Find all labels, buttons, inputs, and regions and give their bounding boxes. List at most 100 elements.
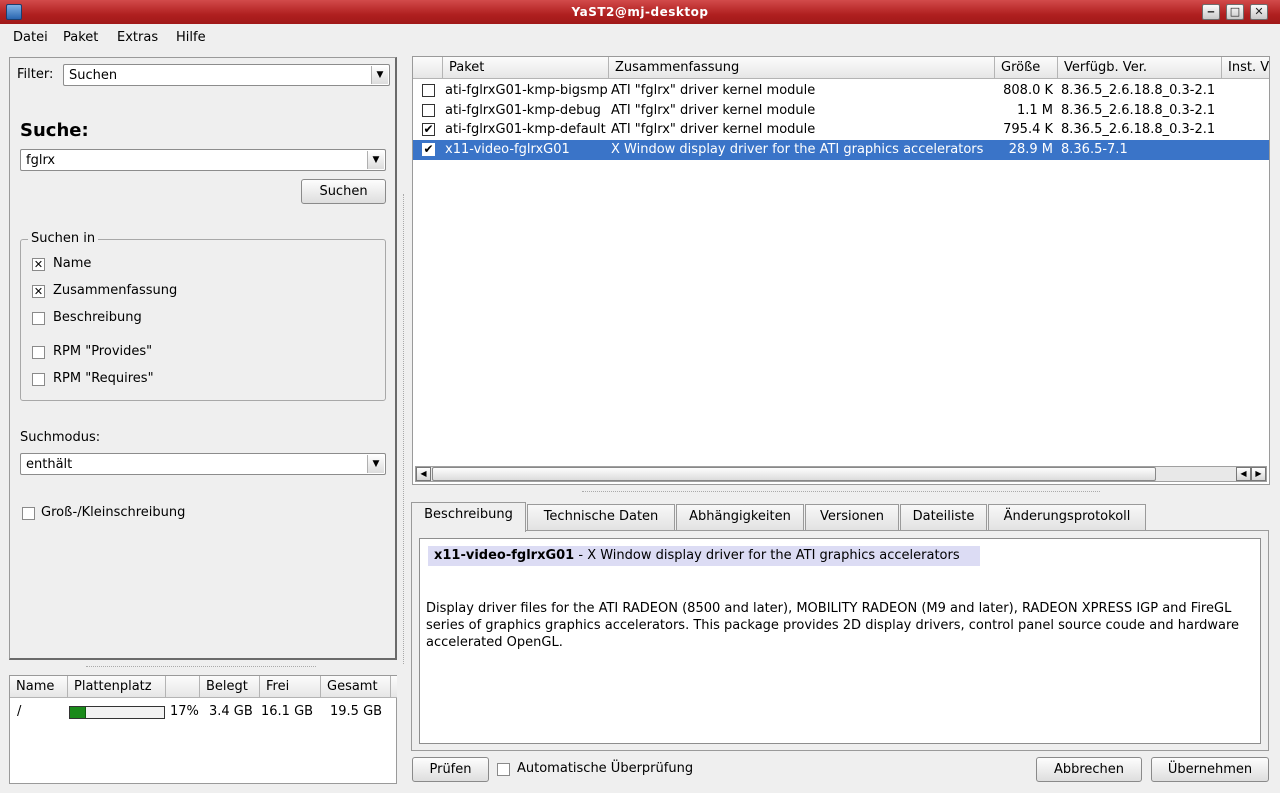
package-install-checkbox[interactable]: ✔ bbox=[422, 143, 435, 157]
pkg-cell-size: 808.0 K bbox=[1003, 83, 1053, 98]
pkg-cell-name: ati-fglrxG01-kmp-default bbox=[445, 122, 606, 138]
disk-header-total[interactable]: Gesamt bbox=[321, 676, 391, 698]
yast-window: Datei Paket Extras Hilfe Filter: Suchen … bbox=[0, 24, 1280, 793]
auto-check-label: Automatische Überprüfung bbox=[517, 761, 694, 776]
title-bar: YaST2@mj-desktop ‒ □ ✕ bbox=[0, 0, 1280, 24]
maximize-button[interactable]: □ bbox=[1226, 4, 1244, 20]
menu-hilfe[interactable]: Hilfe bbox=[176, 30, 206, 45]
pkg-cell-summary: ATI "fglrx" driver kernel module bbox=[611, 83, 816, 98]
pkg-cell-size: 28.9 M bbox=[1008, 142, 1053, 158]
pkg-cell-size: 795.4 K bbox=[1003, 122, 1053, 138]
splitter-handle[interactable] bbox=[86, 666, 316, 668]
accept-button[interactable]: Übernehmen bbox=[1151, 757, 1269, 782]
disk-row-name: / bbox=[17, 704, 22, 719]
option-requires-checkbox[interactable] bbox=[32, 373, 45, 386]
option-requires-label: RPM "Requires" bbox=[53, 371, 154, 386]
description-header: x11-video-fglrxG01 - X Window display dr… bbox=[428, 546, 980, 566]
description-view: x11-video-fglrxG01 - X Window display dr… bbox=[419, 538, 1261, 744]
pkg-header-status[interactable] bbox=[413, 57, 443, 79]
disk-header-name[interactable]: Name bbox=[10, 676, 68, 698]
description-package-name: x11-video-fglrxG01 bbox=[434, 548, 575, 563]
filter-value: Suchen bbox=[69, 68, 118, 83]
search-panel: Filter: Suchen ▼ Suche: fglrx ▼ Suchen S… bbox=[9, 57, 397, 660]
option-provides-label: RPM "Provides" bbox=[53, 344, 153, 359]
window-title: YaST2@mj-desktop bbox=[571, 5, 709, 19]
scroll-left-icon[interactable]: ◀ bbox=[416, 467, 431, 481]
check-button[interactable]: Prüfen bbox=[412, 757, 489, 782]
chevron-down-icon: ▼ bbox=[371, 66, 388, 84]
pkg-cell-name: ati-fglrxG01-kmp-bigsmp bbox=[445, 83, 607, 98]
scrollbar-thumb[interactable] bbox=[432, 467, 1156, 481]
description-package-summary: - X Window display driver for the ATI gr… bbox=[574, 548, 960, 563]
chevron-down-icon: ▼ bbox=[367, 455, 384, 473]
search-input[interactable]: fglrx ▼ bbox=[20, 149, 386, 171]
package-row[interactable]: ati-fglrxG01-kmp-bigsmp ATI "fglrx" drive… bbox=[413, 81, 1269, 101]
close-button[interactable]: ✕ bbox=[1250, 4, 1268, 20]
menu-bar: Datei Paket Extras Hilfe bbox=[0, 24, 1280, 50]
package-row[interactable]: ✔ ati-fglrxG01-kmp-default ATI "fglrx" dri… bbox=[413, 120, 1269, 140]
option-provides-checkbox[interactable] bbox=[32, 346, 45, 359]
filter-label: Filter: bbox=[17, 67, 54, 82]
chevron-down-icon: ▼ bbox=[367, 151, 384, 169]
pkg-cell-version: 8.36.5_2.6.18.8_0.3-2.1 bbox=[1061, 102, 1216, 118]
disk-header-space[interactable]: Plattenplatz bbox=[68, 676, 166, 698]
disk-header-percent[interactable] bbox=[166, 676, 200, 698]
package-install-checkbox[interactable]: ✔ bbox=[422, 123, 435, 137]
disk-usage-table: Name Plattenplatz Belegt Frei Gesamt / 1… bbox=[9, 675, 397, 784]
pkg-header-package[interactable]: Paket bbox=[443, 57, 609, 79]
splitter-handle[interactable] bbox=[403, 194, 405, 664]
auto-check-checkbox[interactable] bbox=[497, 763, 510, 776]
menu-paket[interactable]: Paket bbox=[63, 30, 98, 45]
option-summary-checkbox[interactable]: ✕ bbox=[32, 285, 45, 298]
tab-aenderungsprotokoll[interactable]: Änderungsprotokoll bbox=[988, 504, 1146, 530]
option-name-label: Name bbox=[53, 256, 92, 271]
menu-datei[interactable]: Datei bbox=[13, 30, 48, 45]
tab-dateiliste[interactable]: Dateiliste bbox=[900, 504, 987, 530]
pkg-cell-summary: ATI "fglrx" driver kernel module bbox=[611, 122, 816, 138]
minimize-button[interactable]: ‒ bbox=[1202, 4, 1220, 20]
description-text: Display driver files for the ATI RADEON … bbox=[426, 601, 1240, 650]
tab-versionen[interactable]: Versionen bbox=[805, 504, 899, 530]
search-mode-label: Suchmodus: bbox=[20, 430, 101, 445]
package-table: Paket Zusammenfassung Größe Verfügb. Ver… bbox=[412, 56, 1270, 485]
pkg-cell-name: ati-fglrxG01-kmp-debug bbox=[445, 102, 601, 118]
pkg-header-summary[interactable]: Zusammenfassung bbox=[609, 57, 995, 79]
disk-row-percent: 17% bbox=[170, 704, 199, 719]
tab-technische-daten[interactable]: Technische Daten bbox=[527, 504, 675, 530]
option-description-label: Beschreibung bbox=[53, 310, 142, 325]
package-install-checkbox[interactable] bbox=[422, 84, 435, 97]
case-sensitive-label: Groß-/Kleinschreibung bbox=[41, 505, 186, 520]
search-mode-select[interactable]: enthält ▼ bbox=[20, 453, 386, 475]
disk-usage-bar bbox=[69, 706, 165, 719]
search-in-legend: Suchen in bbox=[28, 231, 99, 246]
disk-header-free[interactable]: Frei bbox=[260, 676, 321, 698]
pkg-cell-version: 8.36.5_2.6.18.8_0.3-2.1 bbox=[1061, 122, 1216, 138]
search-query: fglrx bbox=[26, 153, 56, 168]
pkg-header-installed[interactable]: Inst. V bbox=[1222, 57, 1269, 79]
filter-select[interactable]: Suchen ▼ bbox=[63, 64, 390, 86]
case-sensitive-checkbox[interactable] bbox=[22, 507, 35, 520]
pkg-cell-summary: X Window display driver for the ATI grap… bbox=[611, 142, 984, 158]
scroll-left-icon[interactable]: ◀ bbox=[1236, 467, 1251, 481]
pkg-header-size[interactable]: Größe bbox=[995, 57, 1058, 79]
horizontal-scrollbar[interactable]: ◀ ◀ ▶ bbox=[415, 466, 1267, 482]
option-description-checkbox[interactable] bbox=[32, 312, 45, 325]
package-row[interactable]: ✔ x11-video-fglrxG01 X Window display driv… bbox=[413, 140, 1269, 161]
package-row[interactable]: ati-fglrxG01-kmp-debug ATI "fglrx" driver… bbox=[413, 101, 1269, 121]
disk-row-used: 3.4 GB bbox=[209, 704, 253, 719]
disk-header-used[interactable]: Belegt bbox=[200, 676, 260, 698]
disk-row-total: 19.5 GB bbox=[330, 704, 383, 719]
tab-panel: x11-video-fglrxG01 - X Window display dr… bbox=[411, 530, 1269, 751]
splitter-handle[interactable] bbox=[582, 491, 1100, 493]
menu-extras[interactable]: Extras bbox=[117, 30, 158, 45]
search-button[interactable]: Suchen bbox=[301, 179, 386, 204]
option-name-checkbox[interactable]: ✕ bbox=[32, 258, 45, 271]
search-mode-value: enthält bbox=[26, 457, 73, 472]
tab-beschreibung[interactable]: Beschreibung bbox=[411, 502, 526, 532]
tab-abhaengigkeiten[interactable]: Abhängigkeiten bbox=[676, 504, 804, 530]
pkg-header-available[interactable]: Verfügb. Ver. bbox=[1058, 57, 1222, 79]
package-install-checkbox[interactable] bbox=[422, 103, 435, 117]
cancel-button[interactable]: Abbrechen bbox=[1036, 757, 1142, 782]
disk-row-free: 16.1 GB bbox=[261, 704, 314, 719]
scroll-right-icon[interactable]: ▶ bbox=[1251, 467, 1266, 481]
